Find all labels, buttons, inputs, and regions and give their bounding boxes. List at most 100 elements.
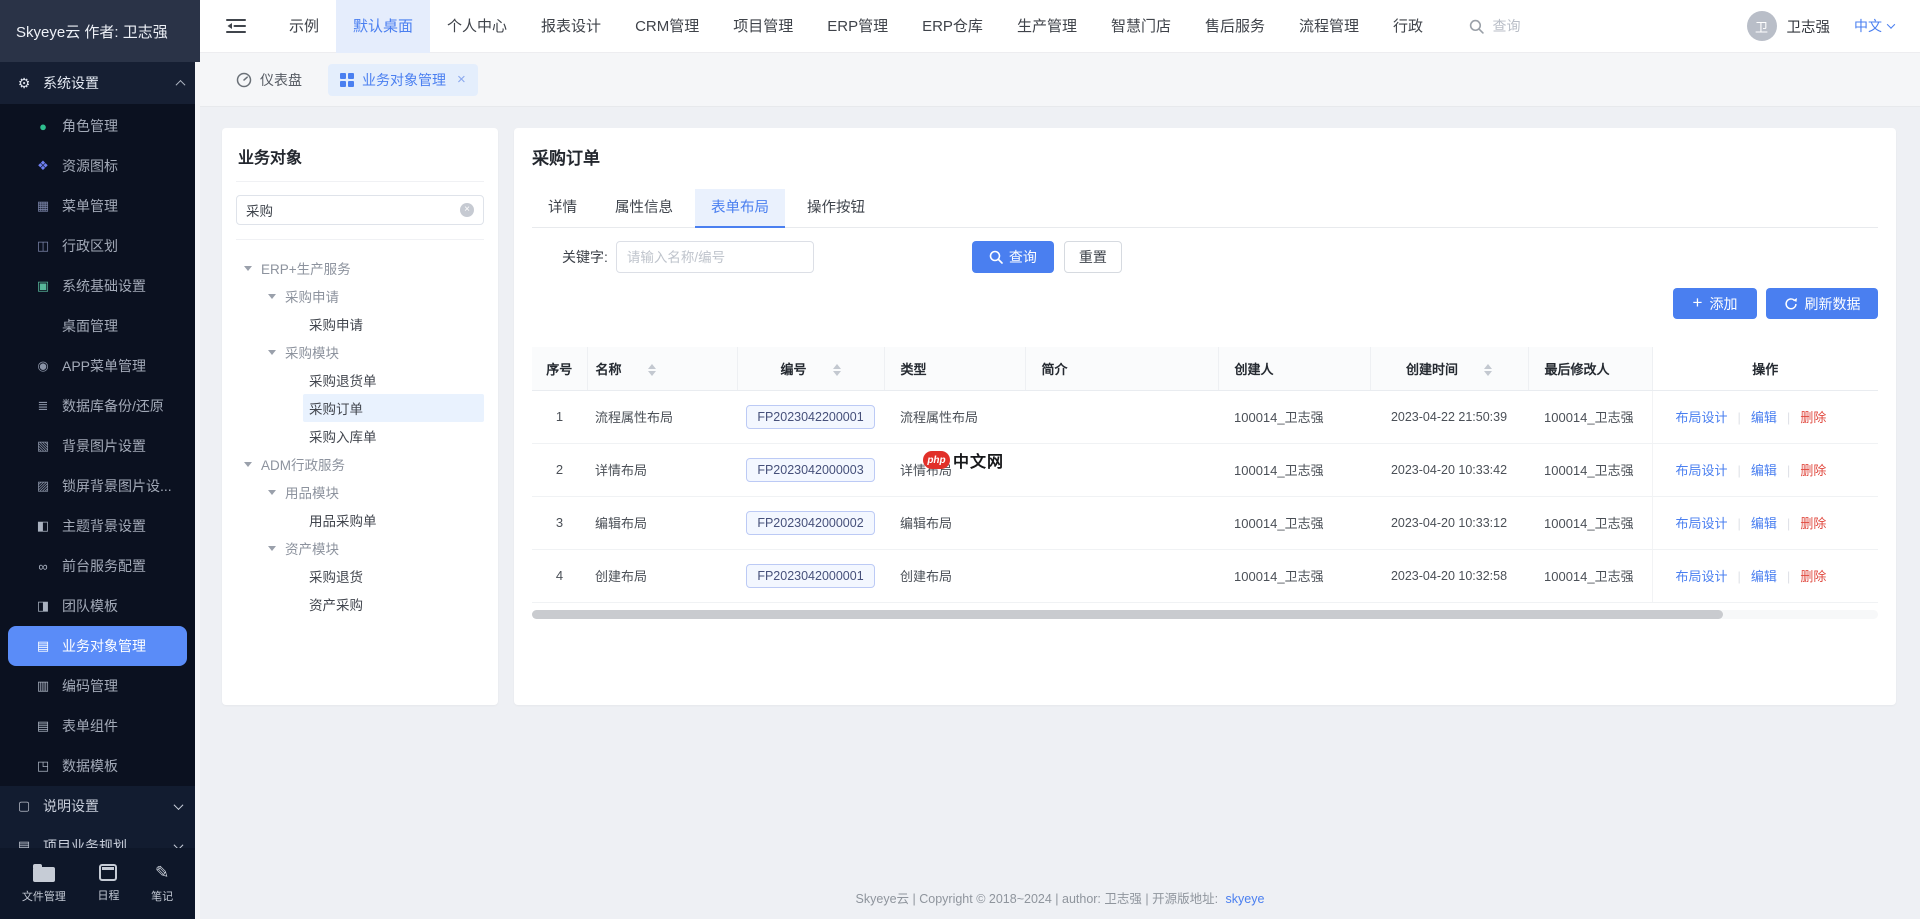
column-header[interactable]: 名称 bbox=[587, 347, 737, 390]
tree-node[interactable]: 用品模块 bbox=[236, 478, 484, 506]
detail-tab[interactable]: 表单布局 bbox=[695, 189, 785, 227]
column-header[interactable]: 操作 bbox=[1652, 347, 1878, 390]
nav-item[interactable]: 报表设计 bbox=[524, 0, 618, 53]
language-switcher[interactable]: 中文 bbox=[1854, 16, 1894, 36]
sort-icon[interactable] bbox=[1484, 364, 1492, 376]
tree-node[interactable]: 采购退货 bbox=[236, 562, 484, 590]
tree-node[interactable]: 资产采购 bbox=[236, 590, 484, 618]
tree-search-box[interactable]: × bbox=[236, 195, 484, 225]
nav-item[interactable]: CRM管理 bbox=[618, 0, 716, 53]
column-header[interactable]: 创建人 bbox=[1218, 347, 1370, 390]
caret-down-icon[interactable] bbox=[244, 266, 252, 271]
tree-node[interactable]: 采购入库单 bbox=[236, 422, 484, 450]
tree-node[interactable]: 采购申请 bbox=[236, 282, 484, 310]
keyword-input[interactable] bbox=[616, 241, 814, 273]
sidebar-item-frontend-service[interactable]: ∞前台服务配置 bbox=[0, 546, 200, 586]
action-link-edit[interactable]: 编辑 bbox=[1751, 516, 1777, 531]
avatar[interactable]: 卫 bbox=[1747, 11, 1777, 41]
global-search-input[interactable] bbox=[1493, 18, 1557, 34]
reset-button[interactable]: 重置 bbox=[1064, 241, 1122, 273]
sidebar-item-business-object[interactable]: ▤业务对象管理 bbox=[8, 626, 187, 666]
clear-icon[interactable]: × bbox=[460, 203, 474, 217]
tree-node[interactable]: 采购模块 bbox=[236, 338, 484, 366]
tree-node[interactable]: ADM行政服务 bbox=[236, 450, 484, 478]
close-icon[interactable]: × bbox=[457, 72, 466, 87]
collapse-menu-icon[interactable] bbox=[226, 18, 246, 34]
sort-icon[interactable] bbox=[833, 364, 841, 376]
action-link-edit[interactable]: 编辑 bbox=[1751, 569, 1777, 584]
column-header[interactable]: 最后修改人 bbox=[1528, 347, 1652, 390]
tree-search-input[interactable] bbox=[246, 203, 460, 218]
action-link-layout-design[interactable]: 布局设计 bbox=[1676, 569, 1728, 584]
nav-item[interactable]: 售后服务 bbox=[1188, 0, 1282, 53]
caret-down-icon[interactable] bbox=[268, 350, 276, 355]
tree-node[interactable]: 采购退货单 bbox=[236, 366, 484, 394]
detail-tab[interactable]: 详情 bbox=[532, 189, 593, 227]
nav-item[interactable]: 智慧门店 bbox=[1094, 0, 1188, 53]
detail-tab[interactable]: 操作按钮 bbox=[791, 189, 881, 227]
tab-dashboard[interactable]: 仪表盘 bbox=[228, 70, 302, 90]
tree-node[interactable]: 资产模块 bbox=[236, 534, 484, 562]
sidebar-item-resource[interactable]: ❖资源图标 bbox=[0, 146, 200, 186]
action-link-delete[interactable]: 删除 bbox=[1800, 516, 1826, 531]
nav-item[interactable]: 默认桌面 bbox=[336, 0, 430, 53]
action-link-edit[interactable]: 编辑 bbox=[1751, 410, 1777, 425]
sidebar-item-coding-manage[interactable]: ▥编码管理 bbox=[0, 666, 200, 706]
sidebar-item-background-image[interactable]: ▧背景图片设置 bbox=[0, 426, 200, 466]
sidebar-item-theme-background[interactable]: ◧主题背景设置 bbox=[0, 506, 200, 546]
global-search[interactable] bbox=[1469, 18, 1557, 34]
nav-item[interactable]: 项目管理 bbox=[716, 0, 810, 53]
sidebar-item-team-template[interactable]: ◨团队模板 bbox=[0, 586, 200, 626]
scrollbar-thumb[interactable] bbox=[532, 610, 1723, 619]
action-link-layout-design[interactable]: 布局设计 bbox=[1676, 516, 1728, 531]
sidebar-item-app-menu[interactable]: ◉APP菜单管理 bbox=[0, 346, 200, 386]
action-link-edit[interactable]: 编辑 bbox=[1751, 463, 1777, 478]
caret-down-icon[interactable] bbox=[244, 462, 252, 467]
nav-item[interactable]: ERP仓库 bbox=[905, 0, 1000, 53]
action-link-layout-design[interactable]: 布局设计 bbox=[1676, 410, 1728, 425]
sort-icon[interactable] bbox=[648, 364, 656, 376]
action-link-layout-design[interactable]: 布局设计 bbox=[1676, 463, 1728, 478]
nav-item[interactable]: ERP管理 bbox=[810, 0, 905, 53]
tab-business-object-manage[interactable]: 业务对象管理 × bbox=[328, 64, 478, 96]
sidebar-item-role[interactable]: ●角色管理 bbox=[0, 106, 200, 146]
nav-item[interactable]: 行政 bbox=[1376, 0, 1440, 53]
nav-item[interactable]: 示例 bbox=[272, 0, 336, 53]
action-link-delete[interactable]: 删除 bbox=[1800, 569, 1826, 584]
add-button[interactable]: + 添加 bbox=[1673, 288, 1757, 319]
caret-down-icon[interactable] bbox=[268, 490, 276, 495]
tree-node[interactable]: 用品采购单 bbox=[236, 506, 484, 534]
sidebar-item-system-base[interactable]: ▣系统基础设置 bbox=[0, 266, 200, 306]
nav-item[interactable]: 流程管理 bbox=[1282, 0, 1376, 53]
column-header[interactable]: 序号 bbox=[532, 347, 587, 390]
sidebar-item-region[interactable]: ◫行政区划 bbox=[0, 226, 200, 266]
nav-item[interactable]: 生产管理 bbox=[1000, 0, 1094, 53]
sidebar-item-form-component[interactable]: ▤表单组件 bbox=[0, 706, 200, 746]
sidebar-tool-note[interactable]: ✎笔记 bbox=[151, 863, 173, 904]
refresh-button[interactable]: 刷新数据 bbox=[1766, 288, 1878, 319]
column-header[interactable]: 编号 bbox=[737, 347, 884, 390]
sidebar-item-plain[interactable]: 桌面管理 bbox=[0, 306, 200, 346]
sidebar-tool-folder[interactable]: 文件管理 bbox=[22, 863, 66, 904]
detail-tab[interactable]: 属性信息 bbox=[599, 189, 689, 227]
nav-item[interactable]: 个人中心 bbox=[430, 0, 524, 53]
query-button[interactable]: 查询 bbox=[972, 241, 1054, 273]
sidebar-section-collapsed[interactable]: ▢说明设置 bbox=[0, 786, 200, 826]
tree-node[interactable]: ERP+生产服务 bbox=[236, 254, 484, 282]
caret-down-icon[interactable] bbox=[268, 546, 276, 551]
action-link-delete[interactable]: 删除 bbox=[1800, 463, 1826, 478]
user-menu[interactable]: 卫 卫志强 中文 bbox=[1747, 11, 1895, 41]
caret-down-icon[interactable] bbox=[268, 294, 276, 299]
sidebar-item-lockscreen-image[interactable]: ▨锁屏背景图片设... bbox=[0, 466, 200, 506]
sidebar-section-system-settings[interactable]: ⚙ 系统设置 bbox=[0, 62, 200, 104]
sidebar-item-data-template[interactable]: ◳数据模板 bbox=[0, 746, 200, 786]
column-header[interactable]: 简介 bbox=[1025, 347, 1218, 390]
column-header[interactable]: 类型 bbox=[884, 347, 1025, 390]
action-link-delete[interactable]: 删除 bbox=[1800, 410, 1826, 425]
sidebar-item-database[interactable]: ≣数据库备份/还原 bbox=[0, 386, 200, 426]
opensource-link[interactable]: skyeye bbox=[1226, 892, 1265, 906]
sidebar-tool-calendar[interactable]: 日程 bbox=[97, 864, 119, 903]
column-header[interactable]: 创建时间 bbox=[1370, 347, 1528, 390]
tree-node[interactable]: 采购申请 bbox=[236, 310, 484, 338]
tree-node-selected[interactable]: 采购订单 bbox=[303, 394, 484, 422]
